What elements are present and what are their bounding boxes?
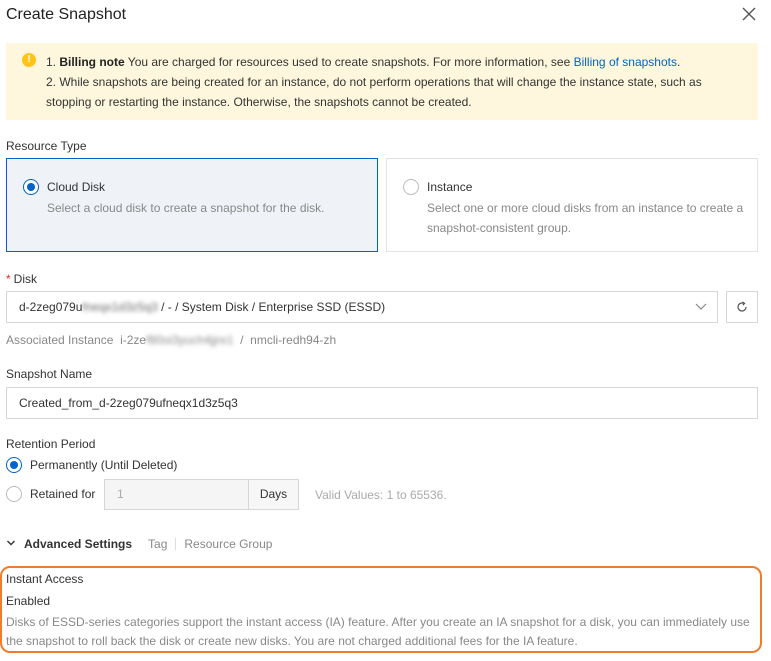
advanced-settings-title[interactable]: Advanced Settings <box>24 537 132 551</box>
retention-days-input[interactable]: 1 <box>104 479 249 510</box>
instant-access-title: Instant Access <box>6 572 84 586</box>
instant-access-status: Enabled <box>6 594 51 608</box>
snapshot-name-input[interactable]: Created_from_d-2zeg079ufneqx1d3z5q3 <box>6 387 758 419</box>
permanent-radio[interactable] <box>6 457 22 473</box>
chevron-down-icon <box>695 292 707 333</box>
resource-type-instance[interactable]: Instance Select one or more cloud disks … <box>386 158 758 252</box>
tab-tag[interactable]: Tag <box>148 537 167 551</box>
cloud-disk-desc: Select a cloud disk to create a snapshot… <box>47 201 325 215</box>
retention-permanent-option[interactable]: Permanently (Until Deleted) <box>6 457 177 473</box>
warning-icon: ! <box>22 53 36 67</box>
advanced-settings[interactable]: Advanced Settings Tag Resource Group <box>6 537 272 551</box>
instance-desc: Select one or more cloud disks from an i… <box>427 201 744 235</box>
retained-label: Retained for <box>30 487 96 501</box>
instant-access-desc: Disks of ESSD-series categories support … <box>6 615 750 648</box>
retention-days-option[interactable]: Retained for <box>6 486 95 502</box>
refresh-icon[interactable] <box>736 301 748 313</box>
chevron-down-icon[interactable] <box>6 538 16 551</box>
associated-instance: Associated Instance i-2zef80oi3yuch4jjre… <box>6 333 337 347</box>
notice-line-2: 2. While snapshots are being created for… <box>46 75 702 109</box>
tab-resource-group[interactable]: Resource Group <box>184 537 272 551</box>
billing-note-label: Billing note <box>59 55 125 69</box>
snapshot-name-label: Snapshot Name <box>6 367 93 381</box>
tab-divider <box>175 538 177 550</box>
notice-line-1: 1. Billing note You are charged for reso… <box>46 55 681 69</box>
days-unit: Days <box>248 479 299 510</box>
retention-period-label: Retention Period <box>6 437 96 451</box>
dialog-title: Create Snapshot <box>6 6 127 23</box>
retention-hint: Valid Values: 1 to 65536. <box>315 488 447 502</box>
permanent-label: Permanently (Until Deleted) <box>30 458 178 472</box>
refresh-button[interactable] <box>726 291 758 323</box>
required-mark: * <box>6 272 11 286</box>
billing-notice: ! 1. Billing note You are charged for re… <box>6 43 758 120</box>
instance-title: Instance <box>427 180 473 194</box>
retained-radio[interactable] <box>6 486 22 502</box>
cloud-disk-title: Cloud Disk <box>47 180 106 194</box>
resource-type-label: Resource Type <box>6 139 87 153</box>
billing-link[interactable]: Billing of snapshots <box>574 55 677 69</box>
instance-radio[interactable] <box>403 179 419 195</box>
disk-label: * Disk <box>6 272 38 286</box>
disk-select[interactable]: d-2zeg079ufneqx1d3z5q3 / - / System Disk… <box>6 291 718 323</box>
close-icon[interactable] <box>740 5 758 23</box>
close-button[interactable] <box>740 5 758 23</box>
resource-type-cloud-disk[interactable]: Cloud Disk Select a cloud disk to create… <box>6 158 378 252</box>
cloud-disk-radio[interactable] <box>23 179 39 195</box>
